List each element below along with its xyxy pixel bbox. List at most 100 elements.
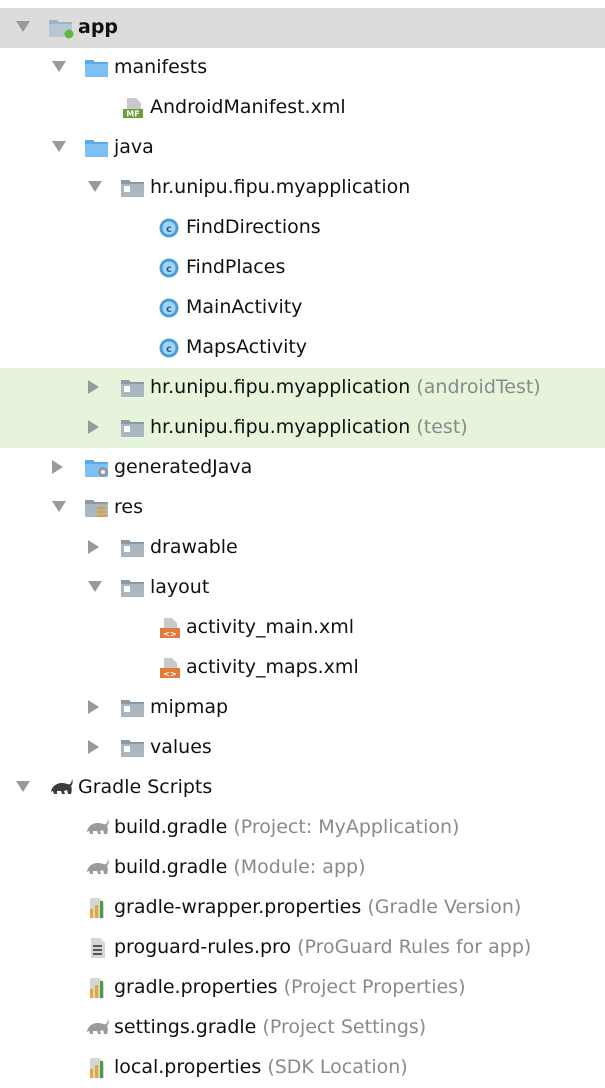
tree-item-findplaces[interactable]: c FindPlaces bbox=[0, 248, 605, 288]
tree-item-hint: (Project: MyApplication) bbox=[233, 816, 460, 838]
tree-item-name: activity_maps.xml bbox=[186, 656, 359, 678]
tree-item-label: MapsActivity bbox=[186, 336, 307, 358]
java-class-icon: c bbox=[156, 257, 182, 279]
tree-item-label: res bbox=[114, 496, 143, 518]
collapsed-arrow-icon[interactable] bbox=[88, 380, 99, 394]
tree-item-label: mipmap bbox=[150, 696, 228, 718]
tree-item-drawable[interactable]: drawable bbox=[0, 528, 605, 568]
expanded-arrow-icon[interactable] bbox=[52, 141, 66, 152]
tree-item-local-properties[interactable]: local.properties (SDK Location) bbox=[0, 1048, 605, 1088]
project-tree: app manifests MF AndroidManifest.xml java hr.… bbox=[0, 8, 605, 1088]
tree-item-name: activity_main.xml bbox=[186, 616, 355, 638]
tree-item-gradle-scripts[interactable]: Gradle Scripts bbox=[0, 768, 605, 808]
expanded-arrow-icon[interactable] bbox=[16, 21, 30, 32]
tree-item-label: settings.gradle (Project Settings) bbox=[114, 1016, 426, 1038]
tree-item-mapsactivity[interactable]: c MapsActivity bbox=[0, 328, 605, 368]
tree-item-settings-gradle[interactable]: settings.gradle (Project Settings) bbox=[0, 1008, 605, 1048]
tree-item-name: AndroidManifest.xml bbox=[150, 96, 346, 118]
tree-item-package-main[interactable]: hr.unipu.fipu.myapplication bbox=[0, 168, 605, 208]
tree-item-app[interactable]: app bbox=[0, 8, 605, 48]
collapsed-arrow-icon[interactable] bbox=[52, 460, 63, 474]
tree-item-androidmanifest[interactable]: MF AndroidManifest.xml bbox=[0, 88, 605, 128]
source-folder-icon bbox=[84, 137, 110, 159]
manifest-file-icon: MF bbox=[120, 97, 146, 119]
layout-xml-icon: <> bbox=[156, 657, 182, 679]
tree-item-hint: (test) bbox=[416, 416, 468, 438]
tree-item-gradle-wrapper-properties[interactable]: gradle-wrapper.properties (Gradle Version… bbox=[0, 888, 605, 928]
tree-item-proguard-rules[interactable]: proguard-rules.pro (ProGuard Rules for ap… bbox=[0, 928, 605, 968]
gradle-icon bbox=[48, 777, 74, 799]
tree-item-label: hr.unipu.fipu.myapplication bbox=[150, 176, 410, 198]
expanded-arrow-icon[interactable] bbox=[52, 501, 66, 512]
tree-item-activity-main-xml[interactable]: <> activity_main.xml bbox=[0, 608, 605, 648]
folder-icon bbox=[120, 737, 146, 759]
tree-item-hint: (Gradle Version) bbox=[367, 896, 522, 918]
expanded-arrow-icon[interactable] bbox=[16, 781, 30, 792]
tree-item-hint: (Project Settings) bbox=[262, 1016, 427, 1038]
tree-item-name: build.gradle bbox=[114, 856, 228, 878]
svg-text:c: c bbox=[166, 344, 172, 355]
tree-item-values[interactable]: values bbox=[0, 728, 605, 768]
tree-item-name: gradle-wrapper.properties bbox=[114, 896, 362, 918]
tree-item-label: hr.unipu.fipu.myapplication (androidTest) bbox=[150, 376, 541, 398]
tree-item-name: values bbox=[150, 736, 212, 758]
expanded-arrow-icon[interactable] bbox=[88, 581, 102, 592]
tree-item-package-test[interactable]: hr.unipu.fipu.myapplication (test) bbox=[0, 408, 605, 448]
tree-item-label: app bbox=[78, 16, 118, 38]
tree-item-name: hr.unipu.fipu.myapplication bbox=[150, 176, 411, 198]
collapsed-arrow-icon[interactable] bbox=[88, 700, 99, 714]
svg-text:MF: MF bbox=[126, 110, 139, 119]
tree-item-label: FindPlaces bbox=[186, 256, 285, 278]
tree-item-name: gradle.properties bbox=[114, 976, 278, 998]
tree-item-name: local.properties bbox=[114, 1056, 262, 1078]
tree-item-name: FindDirections bbox=[186, 216, 321, 238]
properties-file-icon bbox=[84, 1057, 110, 1079]
tree-item-hint: (Module: app) bbox=[233, 856, 366, 878]
tree-item-label: generatedJava bbox=[114, 456, 252, 478]
tree-item-finddirections[interactable]: c FindDirections bbox=[0, 208, 605, 248]
tree-item-layout[interactable]: layout bbox=[0, 568, 605, 608]
tree-item-activity-maps-xml[interactable]: <> activity_maps.xml bbox=[0, 648, 605, 688]
tree-item-label: MainActivity bbox=[186, 296, 302, 318]
tree-item-name: proguard-rules.pro bbox=[114, 936, 292, 958]
java-class-icon: c bbox=[156, 337, 182, 359]
tree-item-label: activity_maps.xml bbox=[186, 656, 359, 678]
gradle-file-icon bbox=[84, 1017, 110, 1039]
collapsed-arrow-icon[interactable] bbox=[88, 420, 99, 434]
collapsed-arrow-icon[interactable] bbox=[88, 540, 99, 554]
tree-item-label: gradle-wrapper.properties (Gradle Version… bbox=[114, 896, 521, 918]
tree-item-label: build.gradle (Project: MyApplication) bbox=[114, 816, 459, 838]
collapsed-arrow-icon[interactable] bbox=[88, 740, 99, 754]
tree-item-name: MainActivity bbox=[186, 296, 303, 318]
tree-item-label: FindDirections bbox=[186, 216, 321, 238]
java-class-icon: c bbox=[156, 297, 182, 319]
folder-icon bbox=[120, 577, 146, 599]
package-icon bbox=[120, 177, 146, 199]
tree-item-generatedjava[interactable]: generatedJava bbox=[0, 448, 605, 488]
tree-item-name: FindPlaces bbox=[186, 256, 286, 278]
package-icon bbox=[120, 417, 146, 439]
tree-item-label: layout bbox=[150, 576, 209, 598]
tree-item-manifests[interactable]: manifests bbox=[0, 48, 605, 88]
svg-text:<>: <> bbox=[163, 670, 176, 679]
tree-item-package-androidtest[interactable]: hr.unipu.fipu.myapplication (androidTest) bbox=[0, 368, 605, 408]
tree-item-java[interactable]: java bbox=[0, 128, 605, 168]
tree-item-label: Gradle Scripts bbox=[78, 776, 212, 798]
svg-text:c: c bbox=[166, 224, 172, 235]
expanded-arrow-icon[interactable] bbox=[88, 181, 102, 192]
tree-item-build-gradle-project[interactable]: build.gradle (Project: MyApplication) bbox=[0, 808, 605, 848]
tree-item-mipmap[interactable]: mipmap bbox=[0, 688, 605, 728]
tree-item-build-gradle-module[interactable]: build.gradle (Module: app) bbox=[0, 848, 605, 888]
tree-item-mainactivity[interactable]: c MainActivity bbox=[0, 288, 605, 328]
tree-item-name: settings.gradle bbox=[114, 1016, 257, 1038]
tree-item-name: Gradle Scripts bbox=[78, 776, 213, 798]
tree-item-hint: (Project Properties) bbox=[283, 976, 466, 998]
tree-item-hint: (ProGuard Rules for app) bbox=[297, 936, 532, 958]
tree-item-res[interactable]: res bbox=[0, 488, 605, 528]
tree-item-label: local.properties (SDK Location) bbox=[114, 1056, 408, 1078]
tree-item-label: AndroidManifest.xml bbox=[150, 96, 346, 118]
generated-folder-icon bbox=[84, 457, 110, 479]
tree-item-gradle-properties[interactable]: gradle.properties (Project Properties) bbox=[0, 968, 605, 1008]
expanded-arrow-icon[interactable] bbox=[52, 61, 66, 72]
properties-file-icon bbox=[84, 897, 110, 919]
